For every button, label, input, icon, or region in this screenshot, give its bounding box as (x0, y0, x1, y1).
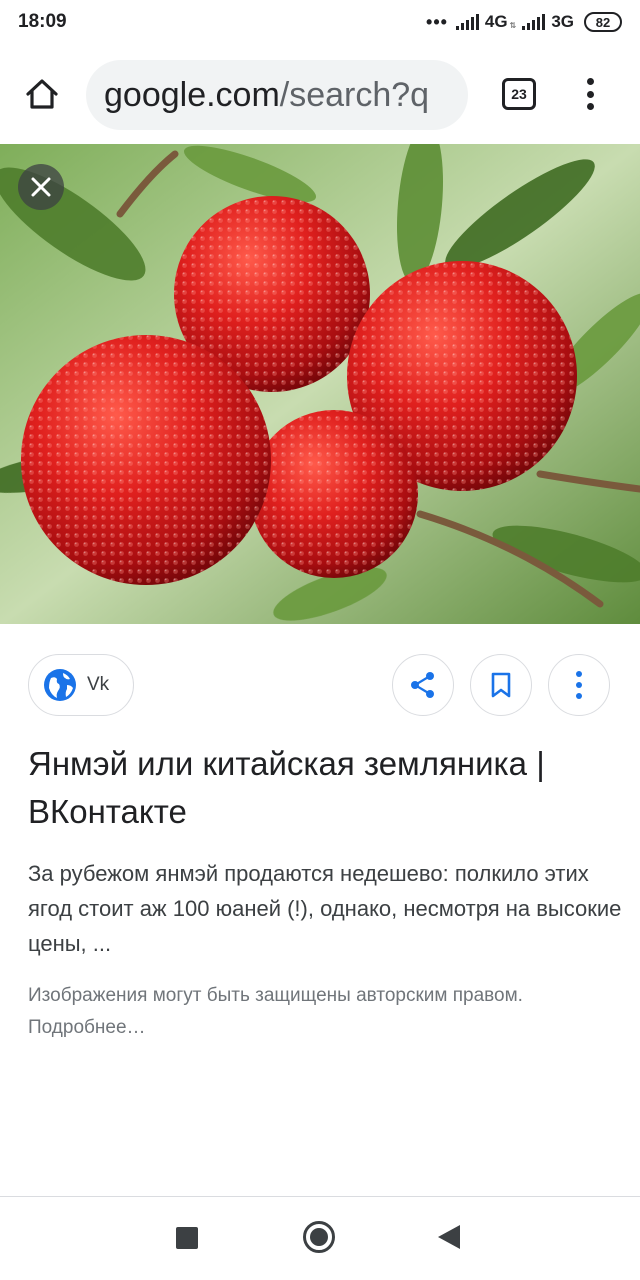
more-options-button[interactable] (548, 654, 610, 716)
tab-switcher-button[interactable]: 23 (502, 78, 536, 110)
result-snippet: За рубежом янмэй продаются недешево: пол… (28, 861, 622, 956)
signal-icon (455, 14, 479, 30)
source-chip[interactable]: Vk (28, 654, 134, 716)
notification-dots: ••• (426, 11, 448, 32)
url-text: google.com/search?q (104, 76, 429, 115)
save-button[interactable] (470, 654, 532, 716)
data-activity-icon: ⇅ (509, 20, 517, 30)
tab-count: 23 (511, 86, 527, 102)
share-icon (411, 672, 434, 698)
copyright-notice[interactable]: Изображения могут быть защищены авторски… (28, 980, 628, 1044)
close-button[interactable] (18, 164, 64, 210)
result-title[interactable]: Янмэй или китайская земляника | ВКонтакт… (28, 740, 618, 836)
home-button[interactable] (22, 74, 62, 114)
battery-icon: 82 (584, 12, 622, 32)
recent-apps-button[interactable] (176, 1227, 198, 1249)
browser-toolbar: google.com/search?q 23 (0, 44, 640, 144)
more-vert-icon (576, 671, 582, 699)
network-type-1: 4G (484, 12, 508, 31)
address-bar[interactable]: google.com/search?q (86, 60, 468, 130)
globe-icon (44, 669, 76, 701)
url-host: google.com (104, 76, 280, 114)
home-icon (26, 79, 58, 109)
share-button[interactable] (392, 654, 454, 716)
close-icon (31, 177, 51, 197)
status-indicators: ••• 4G ⇅ 3G 82 (426, 10, 622, 34)
url-path: /search?q (279, 76, 430, 114)
bookmark-icon (491, 672, 511, 698)
status-time: 18:09 (18, 11, 67, 32)
network-type-2: 3G (551, 12, 574, 31)
system-nav-bar (0, 1197, 640, 1280)
result-image[interactable] (0, 144, 640, 624)
overflow-menu-icon[interactable] (578, 74, 602, 114)
back-button[interactable] (438, 1225, 460, 1249)
home-nav-button[interactable] (303, 1221, 335, 1253)
signal-icon (522, 14, 546, 30)
source-label: Vk (87, 674, 110, 695)
bayberry-photo (0, 144, 640, 624)
status-bar: 18:09 ••• 4G ⇅ 3G 82 (0, 0, 640, 44)
